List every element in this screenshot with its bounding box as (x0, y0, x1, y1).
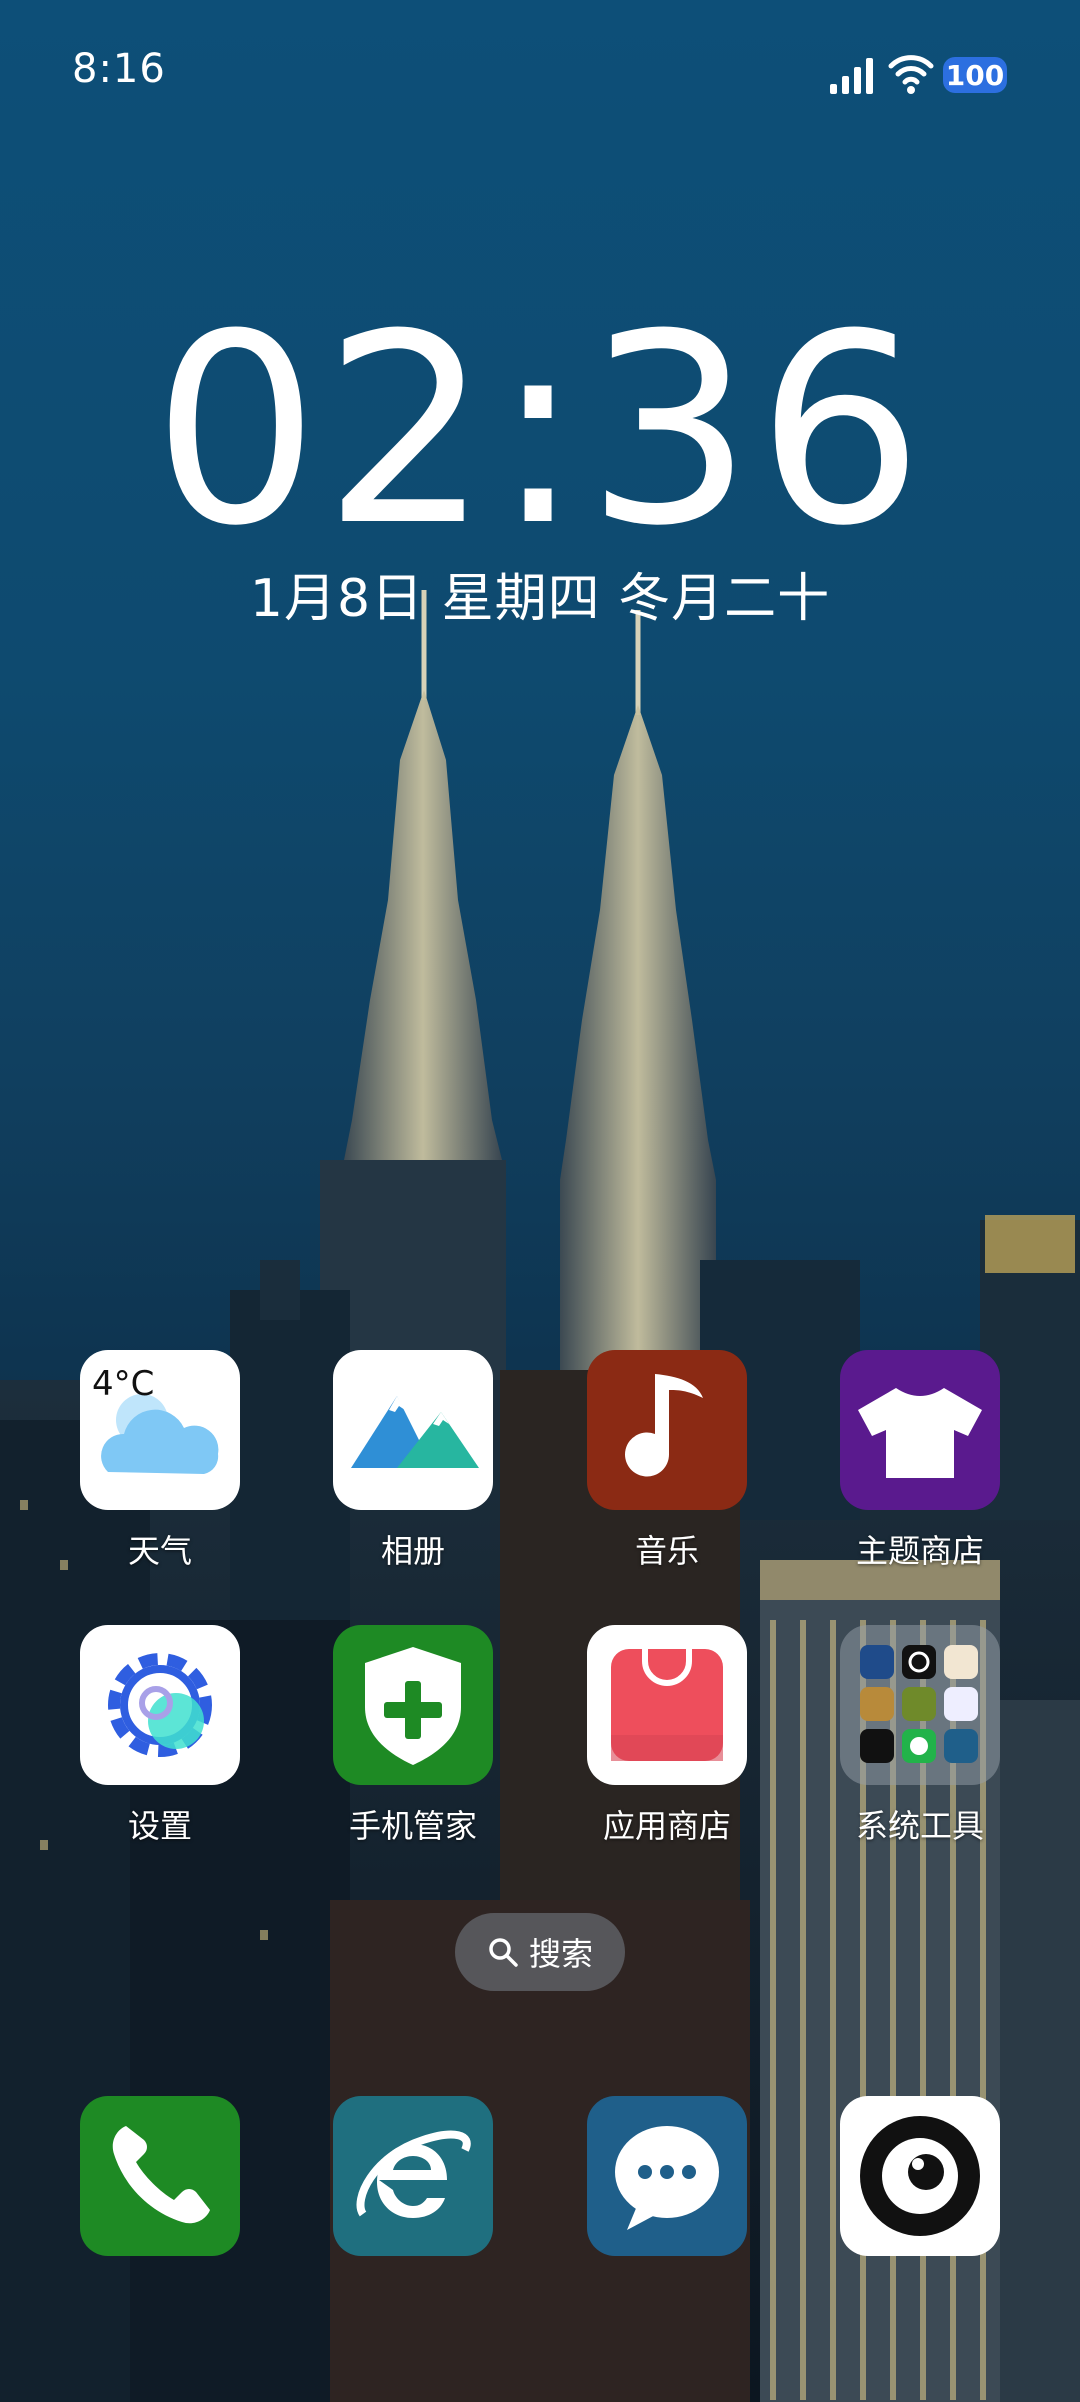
gallery-icon (333, 1350, 493, 1510)
search-button[interactable]: 搜索 (455, 1913, 625, 1991)
messages-icon (615, 2126, 719, 2230)
app-label: 相册 (380, 1532, 445, 1570)
status-bar: 8:16 100 (0, 0, 1080, 150)
weather-temperature: 4°C (92, 1364, 155, 1404)
browser-icon (356, 2130, 471, 2218)
status-time: 8:16 (72, 46, 166, 92)
wifi-icon (888, 55, 934, 94)
app-gallery[interactable]: 相册 (333, 1350, 493, 1572)
app-system-tools-folder[interactable]: 系统工具 (840, 1625, 1000, 1847)
app-label: 音乐 (634, 1532, 699, 1570)
app-label: 设置 (127, 1807, 192, 1845)
app-theme-store[interactable]: 主题商店 (840, 1350, 1000, 1572)
app-music[interactable]: 音乐 (587, 1350, 747, 1572)
signal-icon (830, 58, 873, 94)
settings-icon (80, 1625, 240, 1785)
music-icon (587, 1350, 747, 1510)
camera-icon (860, 2116, 980, 2236)
home-screen: 8:16 100 02:36 1月8日 星期四 冬月二十 4°C 天气 相册 音… (0, 0, 1080, 2402)
battery-level: 100 (945, 58, 1005, 92)
dock-browser[interactable] (333, 2096, 493, 2256)
search-label: 搜索 (528, 1935, 593, 1973)
dock-camera[interactable] (840, 2096, 1000, 2256)
dock-phone[interactable] (80, 2096, 240, 2256)
app-label: 主题商店 (855, 1532, 984, 1570)
app-label: 天气 (127, 1532, 192, 1570)
app-settings[interactable]: 设置 (80, 1625, 240, 1847)
dock-messages[interactable] (587, 2096, 747, 2256)
search-icon (489, 1938, 518, 1967)
app-label: 应用商店 (602, 1807, 731, 1845)
battery-icon: 100 (943, 57, 1007, 93)
phone-icon (112, 2126, 210, 2224)
app-weather[interactable]: 4°C 天气 (80, 1350, 240, 1572)
phone-manager-icon (333, 1625, 493, 1785)
app-label: 系统工具 (855, 1807, 984, 1845)
theme-store-icon (840, 1350, 1000, 1510)
system-tools-folder-icon (840, 1625, 1000, 1785)
clock-widget-time[interactable]: 02:36 (0, 300, 1080, 562)
app-app-store[interactable]: 应用商店 (587, 1625, 747, 1847)
app-phone-manager[interactable]: 手机管家 (333, 1625, 493, 1847)
weather-icon: 4°C (80, 1350, 240, 1510)
app-label: 手机管家 (348, 1807, 477, 1845)
app-store-icon (587, 1625, 747, 1785)
clock-widget-date[interactable]: 1月8日 星期四 冬月二十 (0, 556, 1080, 631)
